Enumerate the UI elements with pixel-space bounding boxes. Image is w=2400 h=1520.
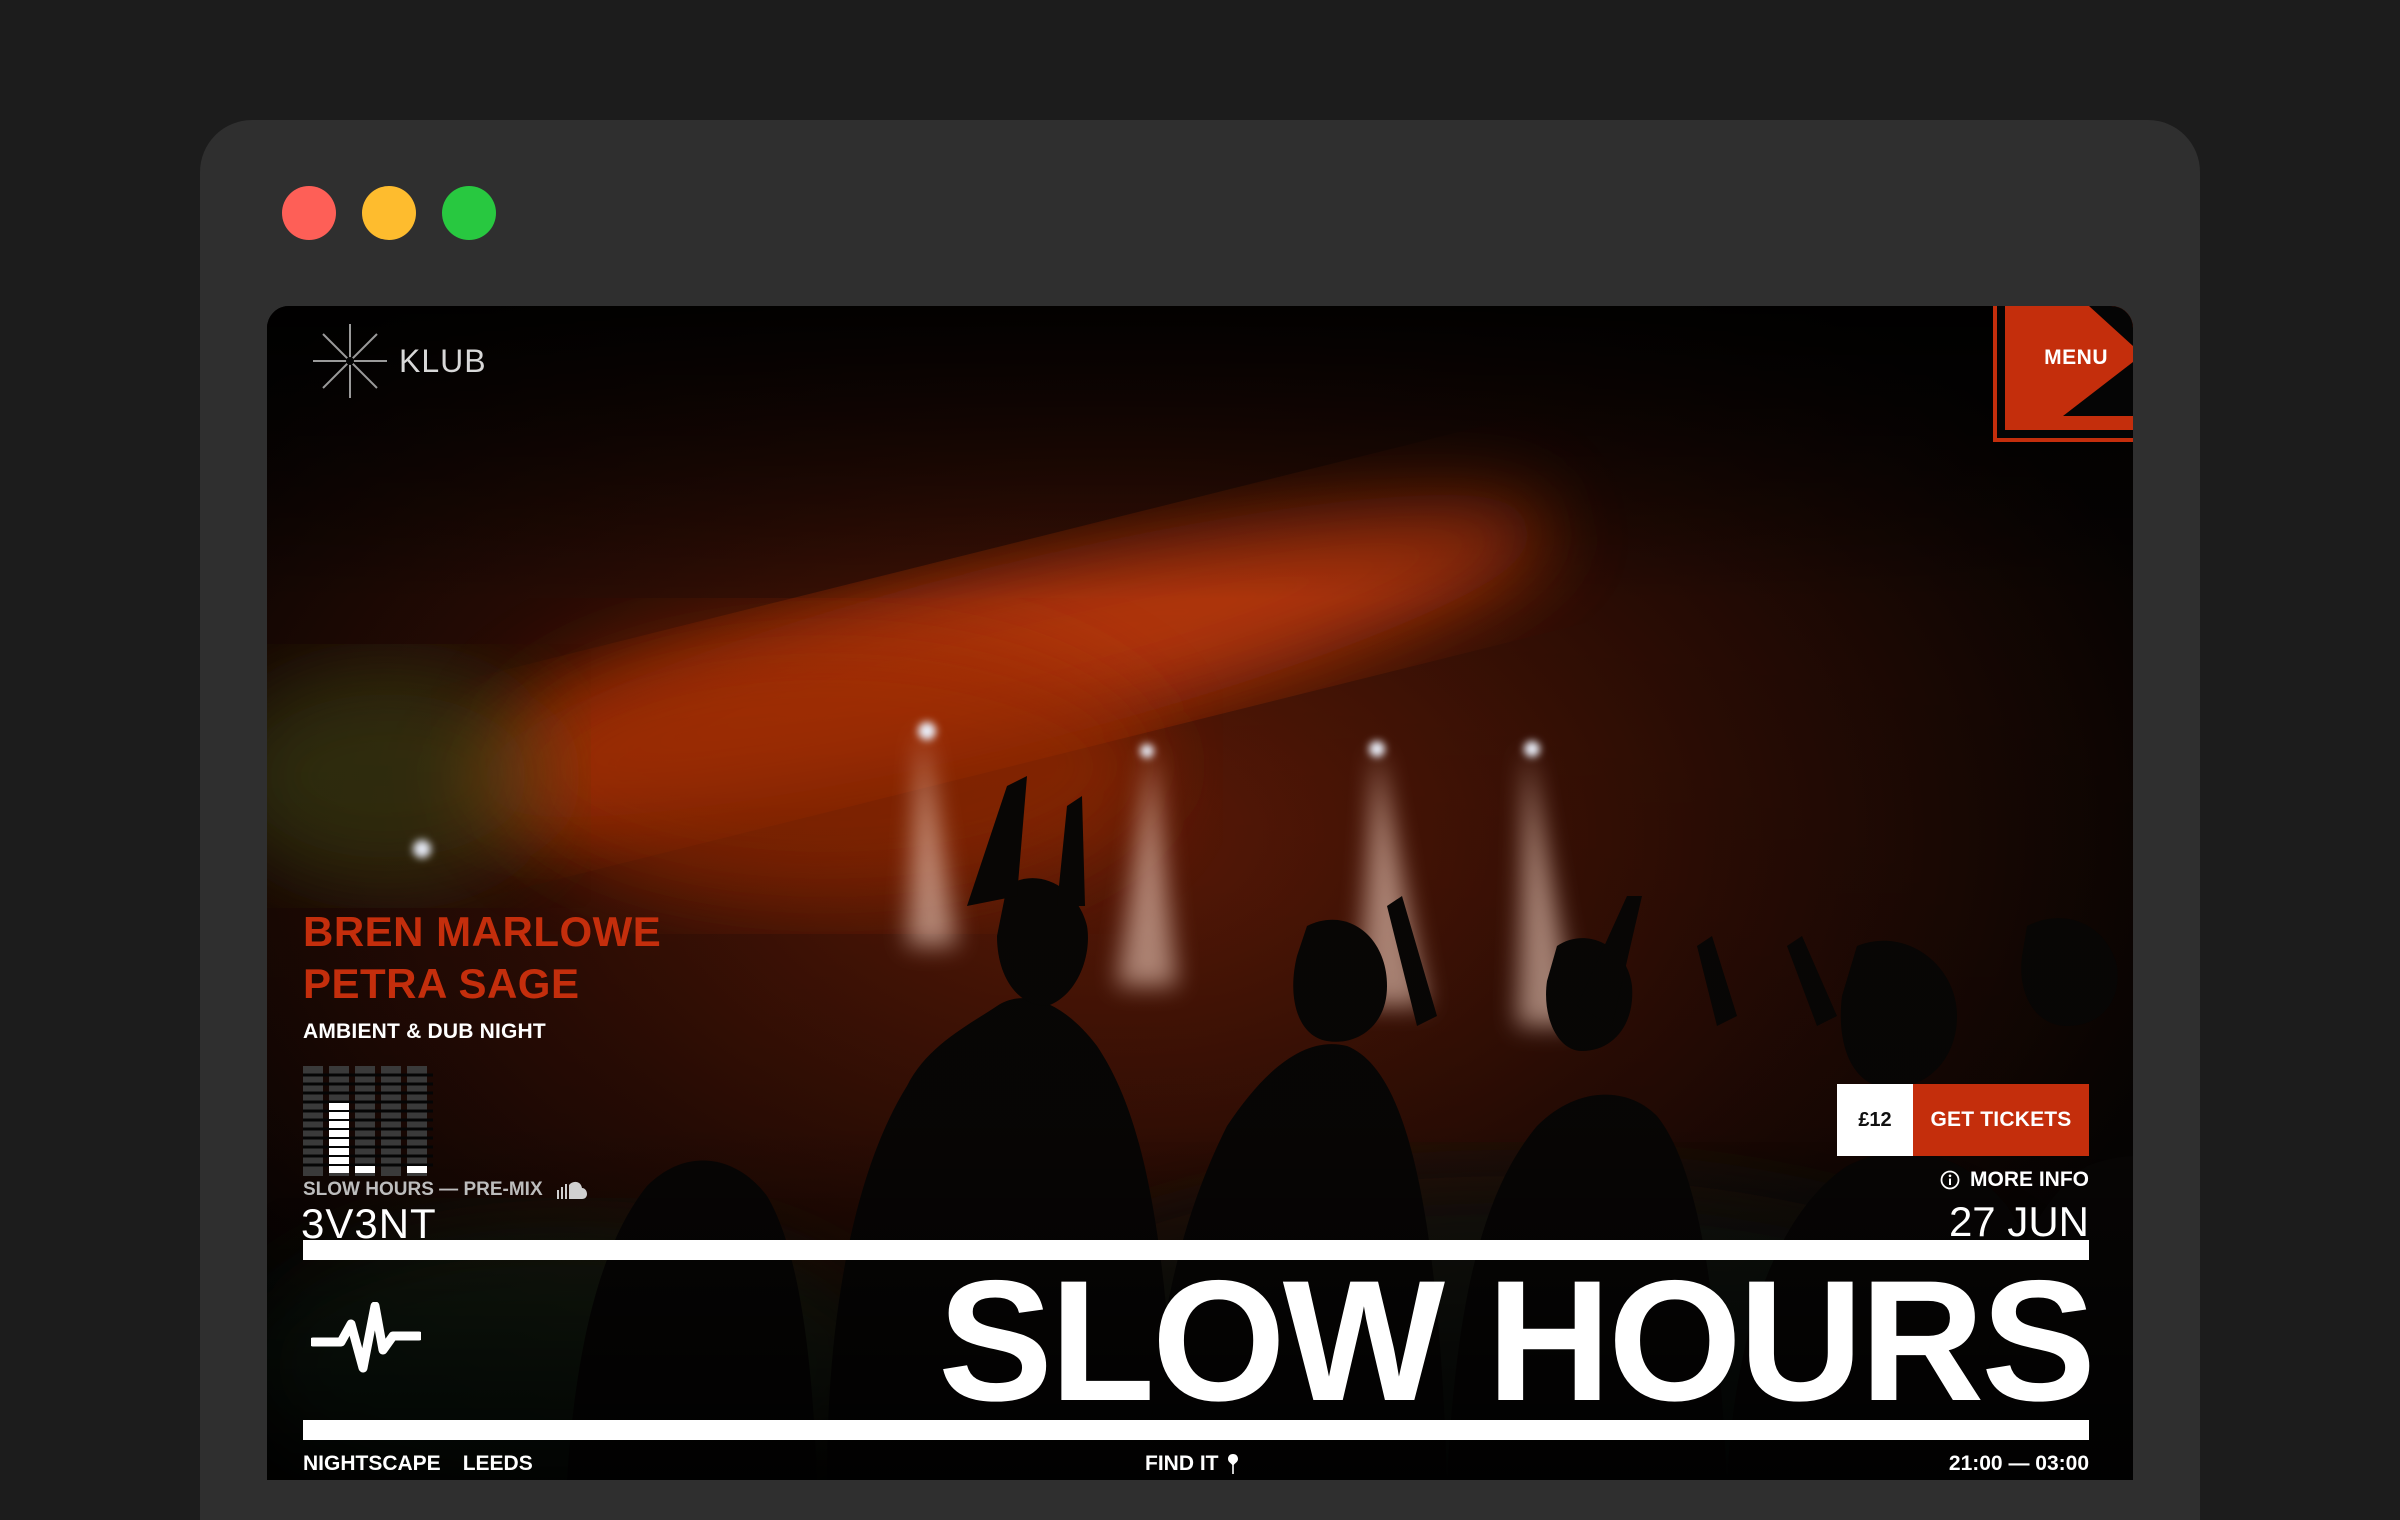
close-window-button[interactable]	[282, 186, 336, 240]
window-controls	[282, 186, 496, 240]
minimize-window-button[interactable]	[362, 186, 416, 240]
find-it-label: FIND IT	[1145, 1452, 1219, 1475]
artist-lineup: BREN MARLOWE PETRA SAGE AMBIENT & DUB NI…	[303, 906, 661, 1044]
event-title: SLOW HOURS	[938, 1245, 2096, 1437]
artist-name[interactable]: BREN MARLOWE	[303, 906, 661, 958]
premix-label: SLOW HOURS — PRE-MIX	[303, 1179, 543, 1200]
ticket-price: £12	[1837, 1084, 1913, 1156]
event-time: 21:00 — 03:00	[1948, 1452, 2089, 1475]
maximize-window-button[interactable]	[442, 186, 496, 240]
venue-info: NIGHTSCAPE LEEDS	[303, 1452, 533, 1476]
premix-player[interactable]: SLOW HOURS — PRE-MIX	[303, 1179, 587, 1201]
event-page: KLUB MENU BREN MARLOWE PETRA SAGE AMBIEN…	[267, 306, 2133, 1480]
find-it-link[interactable]: FIND IT	[1145, 1452, 1239, 1476]
menu-label: MENU	[2044, 346, 2108, 369]
menu-corner-icon	[1993, 306, 2133, 442]
pulse-icon	[311, 1302, 421, 1373]
equalizer-icon[interactable]	[303, 1066, 433, 1176]
map-pin-icon	[1227, 1454, 1238, 1474]
info-icon	[1940, 1170, 1960, 1190]
soundcloud-icon	[556, 1181, 587, 1199]
venue-city: LEEDS	[462, 1452, 533, 1475]
logo-text: KLUB	[399, 342, 487, 379]
more-info-label: MORE INFO	[1970, 1168, 2089, 1191]
more-info-link[interactable]: MORE INFO	[1940, 1168, 2089, 1192]
browser-window: KLUB MENU BREN MARLOWE PETRA SAGE AMBIEN…	[200, 120, 2200, 1520]
get-tickets-label: GET TICKETS	[1913, 1084, 2089, 1156]
klub-logo-icon	[313, 324, 387, 398]
get-tickets-button[interactable]: £12 GET TICKETS	[1837, 1084, 2089, 1156]
venue-name[interactable]: NIGHTSCAPE	[303, 1452, 441, 1476]
site-logo[interactable]: KLUB	[307, 318, 487, 404]
event-date: 27 JUN	[1948, 1198, 2089, 1245]
artist-name[interactable]: PETRA SAGE	[303, 958, 661, 1010]
menu-button[interactable]: MENU	[1993, 306, 2133, 442]
divider-bottom	[303, 1420, 2089, 1440]
event-subtitle: AMBIENT & DUB NIGHT	[303, 1020, 546, 1043]
